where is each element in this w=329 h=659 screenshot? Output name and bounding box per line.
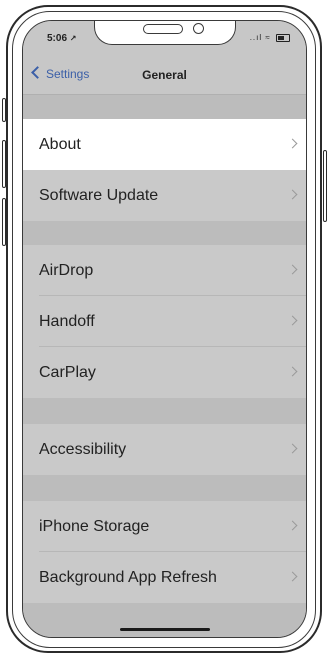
status-time: 5:06 ↗ (47, 33, 77, 44)
signal-icon: ..ıl (249, 33, 263, 42)
section-gap (23, 398, 306, 424)
chevron-right-icon (287, 264, 298, 275)
section-gap (23, 603, 306, 637)
row-label: Software Update (39, 187, 159, 204)
row-label: iPhone Storage (39, 518, 150, 535)
settings-row-accessibility[interactable]: Accessibility (23, 424, 306, 475)
chevron-right-icon (287, 138, 298, 149)
mute-switch (2, 98, 6, 122)
power-button (323, 150, 327, 222)
status-icons: ..ıl ≈ (250, 33, 290, 42)
settings-row-about[interactable]: About (23, 119, 306, 170)
screen: 5:06 ↗ ..ıl ≈ Settings General About Sof… (22, 20, 307, 638)
nav-bar: Settings General (23, 55, 306, 95)
location-arrow-icon: ↗ (69, 34, 77, 43)
row-label: Accessibility (39, 441, 127, 458)
section-gap (23, 475, 306, 501)
settings-row-iphone-storage[interactable]: iPhone Storage (23, 501, 306, 552)
row-label: About (39, 136, 81, 153)
page-title: General (142, 68, 187, 82)
row-label: CarPlay (39, 364, 96, 381)
section-gap (23, 95, 306, 119)
settings-row-airdrop[interactable]: AirDrop (23, 245, 306, 296)
notch (94, 21, 236, 45)
volume-up-button (2, 140, 6, 188)
chevron-right-icon (287, 366, 298, 377)
status-time-text: 5:06 (47, 33, 68, 44)
chevron-right-icon (287, 315, 298, 326)
settings-row-background-app-refresh[interactable]: Background App Refresh (23, 552, 306, 603)
battery-icon (276, 33, 290, 42)
chevron-right-icon (287, 189, 298, 200)
chevron-right-icon (287, 571, 298, 582)
chevron-right-icon (287, 520, 298, 531)
wifi-icon: ≈ (265, 33, 271, 42)
settings-row-carplay[interactable]: CarPlay (23, 347, 306, 398)
section-gap (23, 221, 306, 245)
settings-row-software-update[interactable]: Software Update (23, 170, 306, 221)
speaker-icon (143, 24, 183, 34)
row-label: Handoff (39, 313, 95, 330)
row-label: Background App Refresh (39, 569, 217, 586)
chevron-right-icon (287, 443, 298, 454)
row-label: AirDrop (39, 262, 94, 279)
settings-row-handoff[interactable]: Handoff (23, 296, 306, 347)
volume-down-button (2, 198, 6, 246)
home-indicator[interactable] (120, 628, 210, 631)
camera-icon (193, 23, 204, 34)
